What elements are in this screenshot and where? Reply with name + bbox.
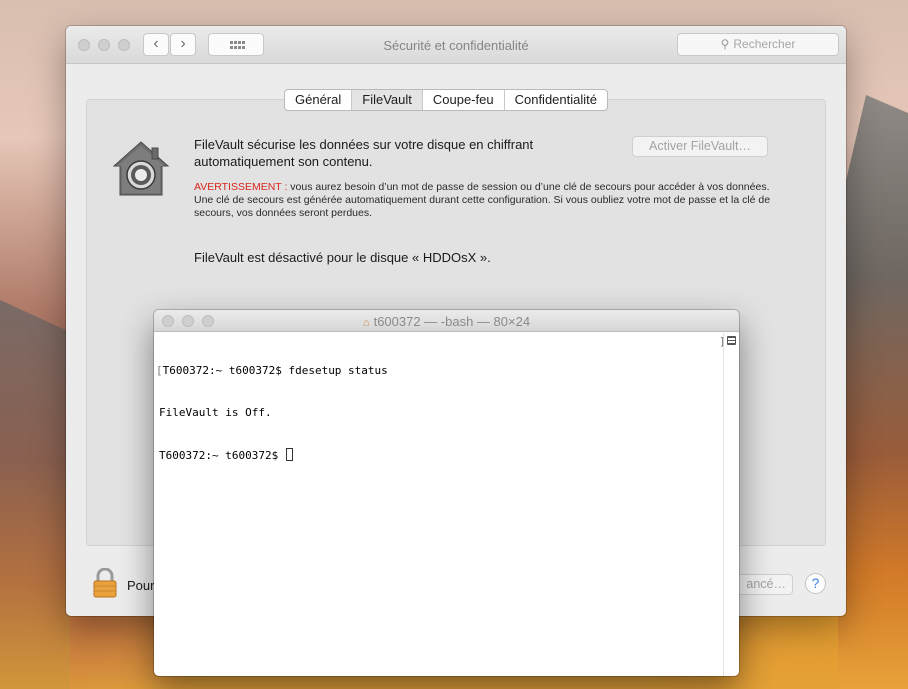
search-placeholder: Rechercher [733, 37, 796, 51]
terminal-line-text: FileVault is Off. [159, 406, 272, 419]
enable-filevault-button[interactable]: Activer FileVault… [632, 136, 768, 157]
terminal-output[interactable]: T600372:~ t600372$ fdesetup status FileV… [154, 333, 723, 676]
terminal-scrollbar[interactable]: ] [719, 333, 739, 676]
terminal-title: ⌂ t600372 — -bash — 80×24 [154, 314, 739, 329]
terminal-line: T600372:~ t600372$ fdesetup status [156, 364, 723, 378]
tab-filevault[interactable]: FileVault [352, 90, 423, 110]
terminal-window: ⌂t600372 — -bash — 80×24 T600372:~ t6003… [154, 310, 739, 676]
filevault-house-icon [112, 140, 170, 203]
search-icon: ⚲ [720, 37, 730, 51]
prefs-titlebar: ‹ › Sécurité et confidentialité ⚲ Recherc… [66, 26, 846, 64]
terminal-line-text: T600372:~ t600372$ fdesetup status [162, 364, 388, 377]
help-button[interactable]: ? [805, 573, 826, 594]
home-icon: ⌂ [362, 317, 370, 329]
wallpaper-right [838, 95, 908, 689]
tab-bar: Général FileVault Coupe-feu Confidential… [284, 89, 608, 111]
terminal-title-text: t600372 — -bash — 80×24 [373, 314, 531, 329]
tab-firewall[interactable]: Coupe-feu [423, 90, 505, 110]
scroll-bracket: ] [719, 335, 726, 348]
terminal-line: FileVault is Off. [159, 406, 723, 420]
terminal-line-text: T600372:~ t600372$ [159, 449, 285, 462]
filevault-description: FileVault sécurise les données sur votre… [194, 137, 534, 169]
warning-label: AVERTISSEMENT : [194, 181, 288, 193]
terminal-cursor [285, 448, 293, 461]
lock-text: Pour [127, 578, 155, 593]
tab-general[interactable]: Général [285, 90, 353, 110]
lock-icon[interactable] [92, 567, 118, 603]
filevault-warning: AVERTISSEMENT : vous aurez besoin d’un m… [194, 181, 774, 220]
scroll-menu-icon[interactable] [727, 336, 736, 345]
wallpaper-left [0, 300, 70, 689]
search-input[interactable]: ⚲ Rechercher [677, 33, 839, 56]
terminal-line: T600372:~ t600372$ [159, 448, 723, 463]
terminal-titlebar: ⌂ t600372 — -bash — 80×24 [154, 310, 739, 332]
tab-privacy[interactable]: Confidentialité [505, 90, 607, 110]
filevault-status: FileVault est désactivé pour le disque «… [194, 250, 491, 265]
